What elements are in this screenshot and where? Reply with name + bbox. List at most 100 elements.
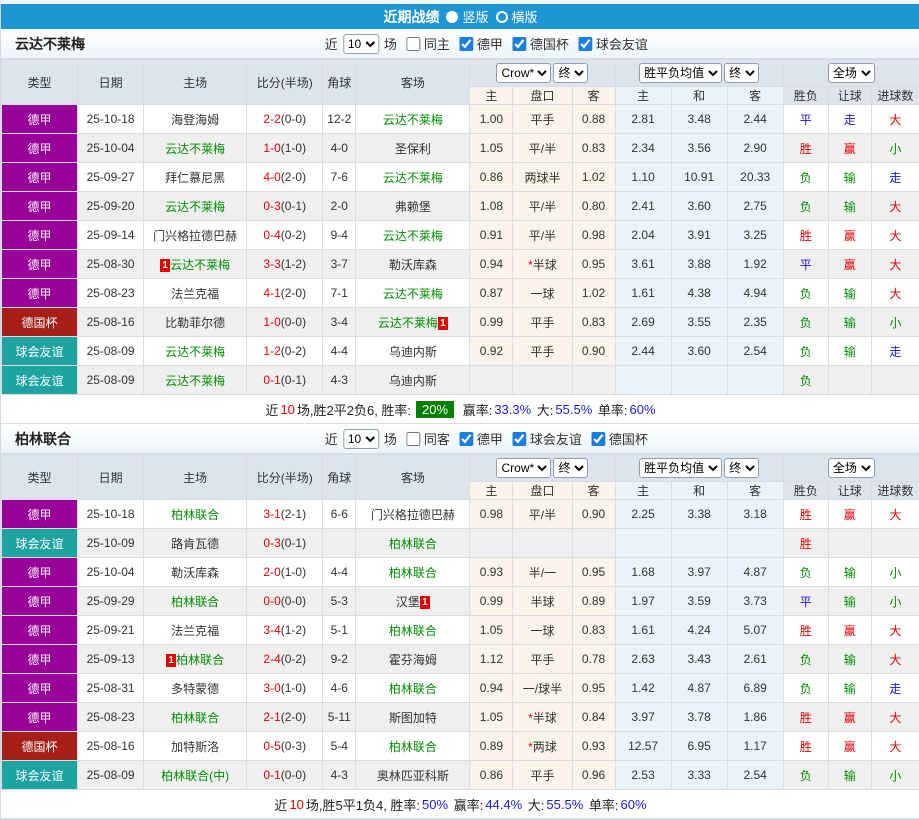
crow-company-select[interactable]: Crow* [496,63,551,83]
mean-draw [671,529,727,558]
team-label: 霍芬海姆 [389,653,437,667]
mean-win [615,366,671,395]
type-badge: 球会友谊 [2,761,78,790]
type-badge: 德甲 [2,105,78,134]
league-checkbox-label: 球会友谊 [596,34,648,53]
result-handicap: 赢 [828,134,871,163]
match-row: 德甲25-09-131柏林联合2-4(0-2)9-2霍芬海姆1.12平手0.78… [2,645,919,674]
match-date: 25-10-09 [78,529,144,558]
mean-win: 2.69 [615,308,671,337]
team-label: 圣保利 [395,142,431,156]
match-row: 德甲25-09-27拜仁慕尼黑4-0(2-0)7-6云达不莱梅0.86两球半1.… [2,163,919,192]
type-badge: 德甲 [2,674,78,703]
result-goals: 大 [871,732,919,761]
odds-home: 0.86 [470,163,513,192]
score: 0-3(0-1) [247,529,323,558]
result-outcome: 负 [783,308,828,337]
league-checkbox-2[interactable] [512,37,526,51]
odds-handicap: 平手 [513,105,572,134]
handicap-label: 半球 [533,258,557,272]
radio-horizontal-layout[interactable]: 横版 [496,7,538,26]
league-checkbox-label: 德甲 [477,34,503,53]
mean-draw: 3.78 [671,703,727,732]
scope-select[interactable]: 全场 [828,63,875,83]
league-checkbox-2[interactable] [512,432,526,446]
odds-away: 0.95 [572,250,615,279]
odds-handicap: 一球 [513,616,572,645]
summary-big-rate: 55.5% [546,797,583,812]
mean-lose: 2.75 [727,192,783,221]
halftime-score: (0-0) [281,594,306,608]
mean-lose: 2.35 [727,308,783,337]
match-row: 德甲25-08-23柏林联合2-1(2-0)5-11斯图加特1.05*半球0.8… [2,703,919,732]
result-outcome: 负 [783,558,828,587]
crow-company-select[interactable]: Crow* [496,458,551,478]
away-team: 圣保利 [356,134,470,163]
scope-select[interactable]: 全场 [828,458,875,478]
match-date: 25-08-16 [78,732,144,761]
scope-header: 全场 [783,60,919,87]
final-mean-select[interactable]: 终 [724,63,759,83]
result-outcome: 胜 [783,500,828,529]
result-goals: 大 [871,221,919,250]
halftime-score: (0-2) [281,344,306,358]
fulltime-score: 0-5 [263,739,280,753]
type-badge: 德国杯 [2,732,78,761]
result-goals: 大 [871,105,919,134]
league-checkbox-1[interactable] [459,37,473,51]
mean-win: 2.25 [615,500,671,529]
same-venue-checkbox[interactable] [406,432,420,446]
odds-away: 0.80 [572,192,615,221]
final-odds-select[interactable]: 终 [553,458,588,478]
home-team: 1柏林联合 [144,645,247,674]
odds-home: 0.98 [470,500,513,529]
mean-odds-select[interactable]: 胜平负均值 [639,63,722,83]
odds-handicap: 半球 [513,587,572,616]
odds-away: 0.83 [572,134,615,163]
home-team: 柏林联合 [144,500,247,529]
match-row: 德甲25-10-04勒沃库森2-0(1-0)4-4柏林联合0.93半/一0.95… [2,558,919,587]
radio-vertical-layout[interactable]: 竖版 [446,7,488,26]
team-label: 云达不莱梅 [165,345,225,359]
result-outcome: 负 [783,645,828,674]
match-date: 25-10-18 [78,500,144,529]
result-outcome: 胜 [783,529,828,558]
final-mean-select[interactable]: 终 [724,458,759,478]
score: 2-4(0-2) [247,645,323,674]
summary-count: 10 [289,797,303,812]
radio-selected-icon [446,11,458,23]
odds-away: 0.90 [572,337,615,366]
halftime-score: (1-0) [281,681,306,695]
score: 2-1(2-0) [247,703,323,732]
league-checkbox-3[interactable] [591,432,605,446]
league-checkbox-3[interactable] [578,37,592,51]
away-team: 乌迪内斯 [356,337,470,366]
odds-away: 0.96 [572,761,615,790]
mean-odds-select[interactable]: 胜平负均值 [639,458,722,478]
odds-away: 0.83 [572,308,615,337]
score: 3-4(1-2) [247,616,323,645]
odds-away [572,366,615,395]
corners: 3-7 [323,250,356,279]
league-checkbox-1[interactable] [459,432,473,446]
league-checkbox-label: 德甲 [477,429,503,448]
score: 0-5(0-3) [247,732,323,761]
odds-handicap: *半球 [513,250,572,279]
match-row: 球会友谊25-08-09柏林联合(中)0-1(0-0)4-3奥林匹亚科斯0.86… [2,761,919,790]
recent-count-select[interactable]: 10 [343,34,379,54]
type-badge: 德甲 [2,645,78,674]
score: 3-3(1-2) [247,250,323,279]
same-venue-checkbox[interactable] [406,37,420,51]
recent-count-select[interactable]: 10 [343,429,379,449]
odds-home: 0.91 [470,221,513,250]
match-row: 德甲25-09-14门兴格拉德巴赫0-4(0-2)9-4云达不莱梅0.91平/半… [2,221,919,250]
home-team: 勒沃库森 [144,558,247,587]
type-badge: 德甲 [2,221,78,250]
final-odds-select[interactable]: 终 [553,63,588,83]
odds-handicap: 一/球半 [513,674,572,703]
match-row: 德国杯25-08-16加特斯洛0-5(0-3)5-4柏林联合0.89*两球0.9… [2,732,919,761]
team-label: 勒沃库森 [171,566,219,580]
match-date: 25-09-27 [78,163,144,192]
column-header: 日期 [78,60,144,105]
sub-column-header: 胜负 [783,482,828,500]
